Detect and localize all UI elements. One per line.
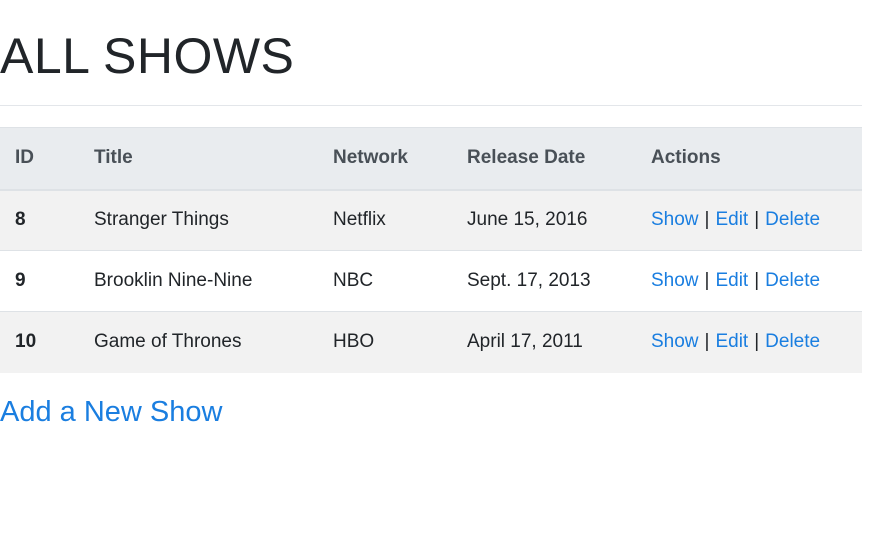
add-new-show-link[interactable]: Add a New Show: [0, 392, 222, 432]
cell-release-date: Sept. 17, 2013: [467, 250, 651, 312]
table-header-row: ID Title Network Release Date Actions: [0, 127, 862, 191]
edit-link[interactable]: Edit: [715, 209, 748, 230]
delete-link[interactable]: Delete: [765, 331, 820, 352]
cell-actions: Show | Edit | Delete: [651, 189, 862, 251]
edit-link[interactable]: Edit: [715, 270, 748, 291]
header-title: Title: [94, 127, 333, 191]
action-separator: |: [754, 270, 760, 291]
table-header: ID Title Network Release Date Actions: [0, 127, 862, 191]
show-link[interactable]: Show: [651, 331, 699, 352]
cell-title: Stranger Things: [94, 189, 333, 251]
cell-title: Game of Thrones: [94, 311, 333, 373]
cell-actions: Show | Edit | Delete: [651, 311, 862, 373]
cell-release-date: June 15, 2016: [467, 189, 651, 251]
table-body: 8 Stranger Things Netflix June 15, 2016 …: [0, 189, 862, 373]
table-row: 8 Stranger Things Netflix June 15, 2016 …: [0, 189, 862, 251]
show-link[interactable]: Show: [651, 270, 699, 291]
header-release-date: Release Date: [467, 127, 651, 191]
cell-release-date: April 17, 2011: [467, 311, 651, 373]
action-separator: |: [754, 331, 760, 353]
cell-network: NBC: [333, 250, 467, 312]
action-separator: |: [704, 270, 710, 291]
cell-network: HBO: [333, 311, 467, 373]
delete-link[interactable]: Delete: [765, 270, 820, 291]
action-separator: |: [754, 209, 760, 231]
delete-link[interactable]: Delete: [765, 209, 820, 230]
table-row: 10 Game of Thrones HBO April 17, 2011 Sh…: [0, 311, 862, 373]
edit-link[interactable]: Edit: [715, 331, 748, 352]
cell-id: 8: [0, 189, 94, 251]
cell-id: 9: [0, 250, 94, 312]
cell-id: 10: [0, 311, 94, 373]
action-separator: |: [704, 209, 710, 231]
title-divider: [0, 105, 862, 106]
cell-title: Brooklin Nine-Nine: [94, 250, 333, 312]
header-network: Network: [333, 127, 467, 191]
cell-actions: Show | Edit | Delete: [651, 250, 862, 312]
shows-table: ID Title Network Release Date Actions 8 …: [0, 127, 862, 373]
action-separator: |: [704, 331, 710, 353]
page-title: ALL SHOWS: [0, 28, 295, 84]
header-actions: Actions: [651, 127, 862, 191]
table-row: 9 Brooklin Nine-Nine NBC Sept. 17, 2013 …: [0, 250, 862, 312]
cell-network: Netflix: [333, 189, 467, 251]
show-link[interactable]: Show: [651, 209, 699, 230]
header-id: ID: [0, 127, 94, 191]
